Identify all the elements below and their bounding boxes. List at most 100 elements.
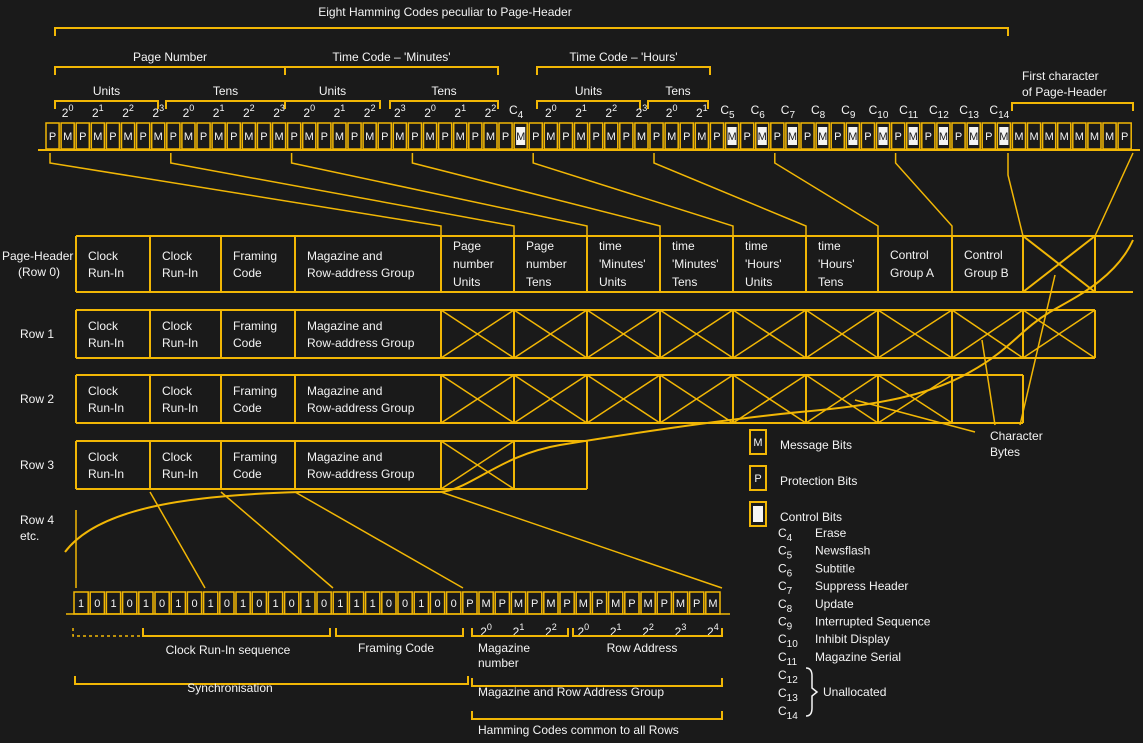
control-bit: M [758,131,767,143]
common-cell-text: Run-In [88,401,124,415]
message-bit: M [93,131,102,143]
sync-bit: 0 [94,598,100,610]
sync-bit: 0 [159,598,165,610]
group-label: Page Number [133,50,207,64]
bit-weight-label: 21 [575,103,587,120]
framing-code-label: Framing Code [358,641,434,655]
message-bit: M [335,131,344,143]
sync-bit: 0 [451,598,457,610]
common-cell-text: Run-In [162,401,198,415]
protection-bit: P [170,131,177,143]
header-cell-text: Tens [818,275,843,289]
unallocated-brace [805,667,819,717]
subgroup-label: Units [575,84,602,98]
control-bit-meaning: Subtitle [815,561,855,575]
character-bytes-arrow [981,339,996,426]
header-hamming-bracket [54,27,1009,36]
message-bit: M [63,131,72,143]
common-cell-text: Framing [233,249,277,263]
control-bit-label: C12 [929,103,949,121]
row-label: Row 4 [20,513,54,527]
protection-bit: P [804,131,811,143]
message-bit: M [644,598,653,610]
header-cell-text: time [745,239,768,253]
group-label: Time Code – 'Minutes' [332,50,450,64]
message-bit: M [482,598,491,610]
control-bit-code: C6 [778,561,793,579]
message-bit: M [305,131,314,143]
message-bit: M [637,131,646,143]
row-label: Row 1 [20,327,54,341]
protection-bit: P [834,131,841,143]
protection-bit: P [562,131,569,143]
sync-bit: 1 [272,598,278,610]
message-bit: M [1090,131,1099,143]
sync-bit: 1 [175,598,181,610]
header-cell-text: Group B [964,266,1009,280]
unallocated-label: Unallocated [823,685,886,699]
common-cell-text: Framing [233,384,277,398]
byte-connector [170,153,515,236]
protection-bit: P [743,131,750,143]
sync-bit: 0 [127,598,133,610]
sync-bit: 0 [191,598,197,610]
control-bit-label: C9 [841,103,856,121]
control-bit-meaning: Suppress Header [815,579,908,593]
bit-weight-label: 22 [122,103,134,120]
control-bit: M [727,131,736,143]
common-cell-text: Code [233,467,262,481]
control-bit: M [848,131,857,143]
message-bit: M [607,131,616,143]
row-to-bits-connector [220,491,334,589]
sync-bit: 1 [208,598,214,610]
character-bytes-arrow [854,399,976,433]
protection-bit: P [321,131,328,143]
bit-weight-label: 23 [636,103,648,120]
sync-bit: 0 [256,598,262,610]
row-label: Row 3 [20,458,54,472]
message-bit: M [1029,131,1038,143]
common-cell-text: Run-In [162,266,198,280]
header-cell-text: Control [890,248,929,262]
header-cell-text: 'Minutes' [672,257,719,271]
common-cell-text: Magazine and [307,450,382,464]
character-bytes-label: Bytes [990,445,1020,459]
control-bit-label: C7 [781,103,796,121]
protection-bit: P [381,131,388,143]
control-bit-code: C4 [778,526,793,544]
byte-connector [49,153,442,236]
common-cell-text: Clock [162,450,193,464]
header-cell-text: time [672,239,695,253]
control-bit-meaning: Newsflash [815,544,870,558]
common-cell-text: Clock [162,384,193,398]
protection-bit: P [79,131,86,143]
control-bit-label: C13 [959,103,979,121]
bit-weight-label: 21 [696,103,708,120]
protection-bit: P [596,598,603,610]
control-bit: M [878,131,887,143]
group-bracket [284,66,499,75]
header-cell-text: Control [964,248,1003,262]
row-to-bits-connector [294,491,464,589]
group-bracket [54,66,286,75]
message-bit: M [214,131,223,143]
protection-bit: P [472,131,479,143]
magazine-number-label: Magazine [478,641,530,655]
protection-bit: P [502,131,509,143]
bit-weight-label: 20 [303,103,315,120]
message-bit: M [244,131,253,143]
header-cell-text: 'Minutes' [599,257,646,271]
byte-connector [532,153,734,236]
header-cell-text: Page [526,239,554,253]
row-to-bits-connector [149,491,206,589]
protection-bit: P [661,598,668,610]
common-cell-text: Run-In [88,266,124,280]
control-bit-label: C11 [899,103,918,121]
row-label: etc. [20,529,39,543]
bit-weight-label: 20 [62,103,74,120]
common-cell-text: Framing [233,319,277,333]
message-bit: M [576,131,585,143]
sync-bit: 1 [110,598,116,610]
subgroup-label: Units [319,84,346,98]
message-bit: M [514,598,523,610]
